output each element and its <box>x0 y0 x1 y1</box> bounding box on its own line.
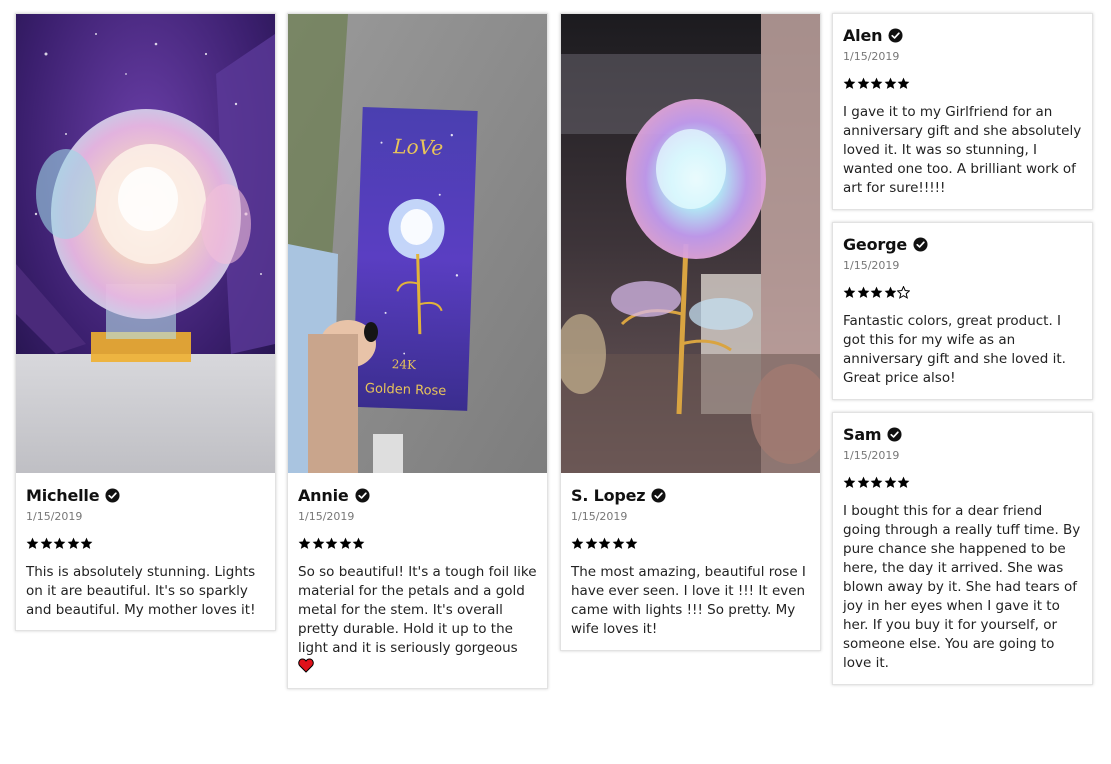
review-date: 1/15/2019 <box>26 510 83 523</box>
star-filled-icon <box>612 537 624 549</box>
review-date: 1/15/2019 <box>843 259 900 272</box>
star-filled-icon <box>26 537 39 549</box>
reviewer-name: George <box>843 234 907 254</box>
star-filled-icon <box>571 537 584 549</box>
review-card: Sam 1/15/2019 I bought this for a dear f… <box>832 412 1093 685</box>
review-text: So so beautiful! It's a tough foil like … <box>298 563 537 677</box>
box-product: Golden Rose <box>365 381 447 399</box>
iridescent-rose-photo[interactable] <box>16 14 275 473</box>
check-circle-icon <box>651 487 666 503</box>
reviewer-name: Sam <box>843 424 882 444</box>
reviewer-name: Michelle <box>26 485 100 505</box>
star-filled-icon <box>298 537 311 549</box>
review-card: LoVe 24K Golden Rose Annie 1/15/2019 So … <box>287 13 548 689</box>
star-rating <box>571 537 810 551</box>
review-date: 1/15/2019 <box>843 50 900 63</box>
review-text: I bought this for a dear friend going th… <box>843 503 1081 671</box>
star-filled-icon <box>857 77 869 89</box>
star-filled-icon <box>884 286 896 298</box>
star-rating <box>298 537 537 551</box>
star-filled-icon <box>884 476 896 488</box>
star-filled-icon <box>625 537 638 549</box>
star-filled-icon <box>325 537 338 549</box>
star-filled-icon <box>843 286 856 298</box>
check-circle-icon <box>887 426 902 442</box>
review-text-body: So so beautiful! It's a tough foil like … <box>298 564 537 656</box>
star-filled-icon <box>870 286 883 298</box>
star-filled-icon <box>870 77 883 89</box>
star-filled-icon <box>897 476 910 488</box>
star-empty-icon <box>897 286 910 299</box>
star-filled-icon <box>857 476 869 488</box>
star-filled-icon <box>870 476 883 488</box>
review-text: The most amazing, beautiful rose I have … <box>571 564 806 637</box>
box-brand: LoVe <box>392 134 444 160</box>
heart-icon <box>298 658 314 673</box>
review-date: 1/15/2019 <box>298 510 355 523</box>
reviewer-name: S. Lopez <box>571 485 646 505</box>
star-rating <box>26 537 265 551</box>
star-filled-icon <box>843 476 856 488</box>
check-circle-icon <box>105 487 120 503</box>
review-text: I gave it to my Girlfriend for an annive… <box>843 104 1082 196</box>
review-text: Fantastic colors, great product. I got t… <box>843 313 1066 386</box>
star-filled-icon <box>884 77 896 89</box>
review-card: Michelle 1/15/2019 This is absolutely st… <box>15 13 276 631</box>
review-card: Alen 1/15/2019 I gave it to my Girlfrien… <box>832 13 1093 210</box>
review-text: This is absolutely stunning. Lights on i… <box>26 564 256 618</box>
star-filled-icon <box>598 537 611 549</box>
star-filled-icon <box>40 537 52 549</box>
check-circle-icon <box>354 487 370 503</box>
review-date: 1/15/2019 <box>843 449 900 462</box>
star-rating <box>843 476 1082 490</box>
box-size: 24K <box>392 357 418 372</box>
star-filled-icon <box>352 537 365 549</box>
star-filled-icon <box>897 77 910 89</box>
review-card: S. Lopez 1/15/2019 The most amazing, bea… <box>560 13 821 651</box>
star-filled-icon <box>312 537 324 549</box>
star-filled-icon <box>857 286 869 298</box>
check-circle-icon <box>913 236 928 252</box>
rainbow-rose-photo[interactable] <box>561 14 820 473</box>
reviewer-name: Annie <box>298 485 349 505</box>
golden-rose-box-photo[interactable]: LoVe 24K Golden Rose <box>288 14 547 473</box>
review-card: George 1/15/2019 Fantastic colors, great… <box>832 222 1093 400</box>
star-rating <box>843 286 1082 300</box>
review-date: 1/15/2019 <box>571 510 628 523</box>
check-circle-icon <box>888 27 903 43</box>
star-filled-icon <box>843 77 856 89</box>
star-rating <box>843 77 1082 91</box>
star-filled-icon <box>339 537 351 549</box>
star-filled-icon <box>585 537 597 549</box>
star-filled-icon <box>53 537 66 549</box>
star-filled-icon <box>67 537 79 549</box>
reviewer-name: Alen <box>843 25 883 45</box>
star-filled-icon <box>80 537 93 549</box>
